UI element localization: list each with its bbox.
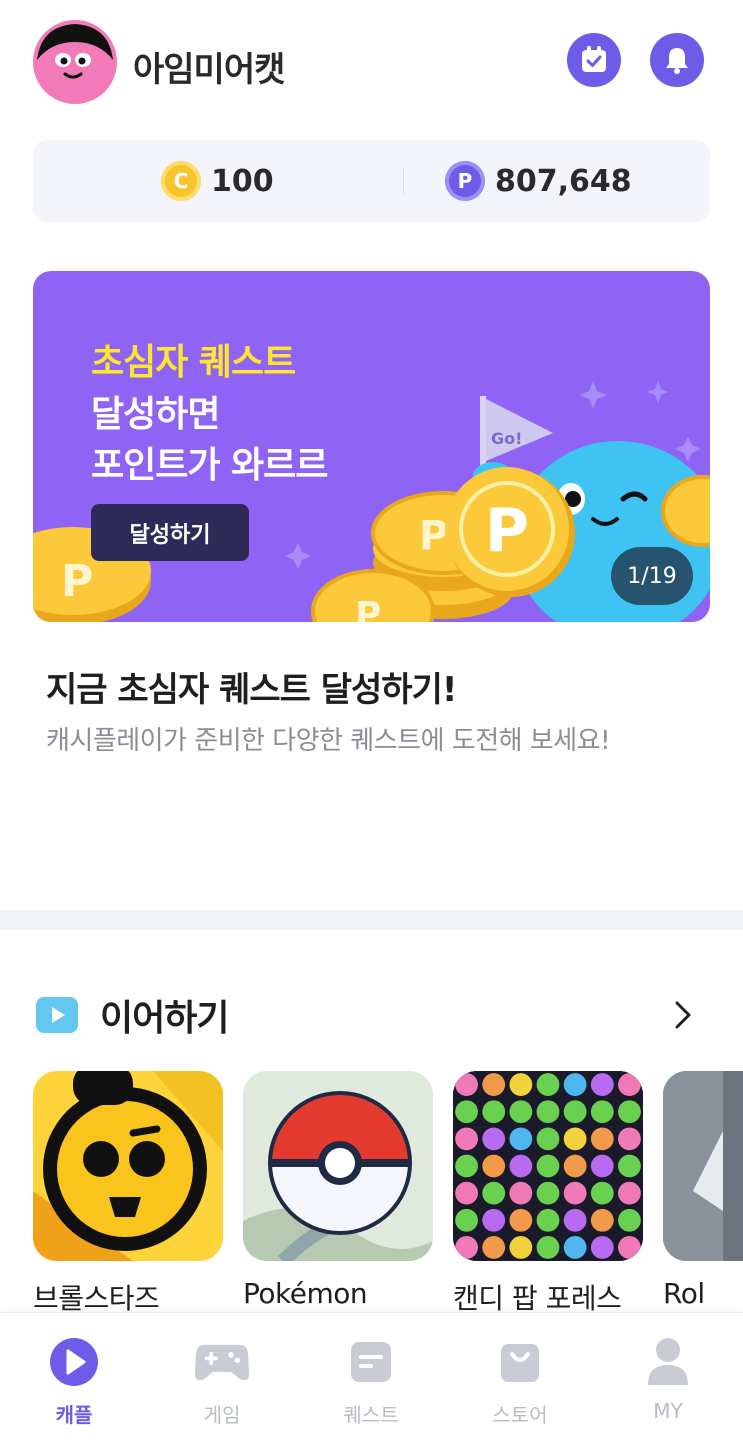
nav-tab-store[interactable]: 스토어 [460,1335,580,1428]
play-circle-icon [47,1335,101,1389]
username: 아임미어캣 [133,50,285,90]
balance-divider [403,167,404,195]
bell-icon [666,48,688,74]
balance-bar: C 100 P 807,648 [33,140,710,222]
continue-section-title: 이어하기 [100,998,229,1039]
nav-label: 게임 [203,1403,241,1427]
bottom-navigation: 캐플 게임 퀘스트 스토어 MY [0,1312,743,1444]
person-icon [641,1335,695,1389]
svg-text:P: P [419,513,448,559]
nav-label: MY [653,1399,683,1423]
promo-title: 지금 초심자 퀘스트 달성하기! [46,670,457,710]
nav-tab-quest[interactable]: 퀘스트 [311,1335,431,1428]
avatar[interactable] [33,20,117,104]
avatar-face-icon [37,24,113,79]
nav-label: 스토어 [492,1403,548,1427]
nav-label: 퀘스트 [343,1403,399,1427]
banner-cta-button[interactable]: 달성하기 [91,504,249,561]
continue-play-icon [36,997,78,1033]
notification-button[interactable] [650,33,704,87]
promo-subtitle: 캐시플레이가 준비한 다양한 퀘스트에 도전해 보세요! [46,726,611,756]
calendar-check-icon [582,46,606,72]
pokemon-thumbnail [243,1071,433,1261]
game-card-brawl-stars[interactable]: 브롤스타즈 [33,1071,223,1316]
continue-game-list: 브롤스타즈 Pokémon 캔디 팝 포레스 Rol [33,1071,743,1316]
game-name: 캔디 팝 포레스 [453,1282,622,1315]
point-balance[interactable]: P 807,648 [445,140,632,222]
candy-pop-thumbnail [453,1071,643,1261]
svg-text:P: P [485,496,529,566]
nav-label: 캐플 [55,1403,93,1427]
svg-text:P: P [355,595,381,622]
section-divider [0,910,743,930]
brawl-stars-thumbnail [33,1071,223,1261]
gamepad-icon [195,1335,249,1389]
svg-text:P: P [61,556,93,607]
game-name: Rol [663,1277,705,1310]
point-icon: P [445,161,485,201]
banner-pager: 1/19 [611,547,693,605]
game-card-candy-pop-forest[interactable]: 캔디 팝 포레스 [453,1071,643,1316]
game-card-pokemon[interactable]: Pokémon [243,1071,433,1310]
coin-value: 100 [211,163,274,199]
chevron-right-icon[interactable] [666,998,700,1032]
roblox-thumbnail [663,1071,743,1261]
nav-tab-games[interactable]: 게임 [162,1335,282,1428]
banner-headline-3: 포인트가 와르르 [91,445,328,486]
continue-section-header[interactable]: 이어하기 [36,990,710,1040]
point-value: 807,648 [495,163,632,199]
svg-text:Go!: Go! [491,429,522,448]
coin-icon: C [161,161,201,201]
game-name: Pokémon [243,1277,368,1310]
promo-banner[interactable]: P Go! P P P 초심자 퀘스트 달성하면 포인트가 와르르 달성하기 1… [33,271,710,622]
coin-balance[interactable]: C 100 [161,140,274,222]
game-card-roblox[interactable]: Rol [663,1071,743,1310]
game-name: 브롤스타즈 [33,1282,160,1315]
nav-tab-home[interactable]: 캐플 [14,1335,134,1428]
banner-headline-1: 초심자 퀘스트 [91,342,296,383]
banner-headline-2: 달성하면 [91,394,220,435]
app-header: 아임미어캣 [0,0,743,130]
quest-card-icon [344,1335,398,1389]
shopping-bag-icon [493,1335,547,1389]
nav-tab-my[interactable]: MY [608,1335,728,1423]
attendance-calendar-button[interactable] [567,33,621,87]
